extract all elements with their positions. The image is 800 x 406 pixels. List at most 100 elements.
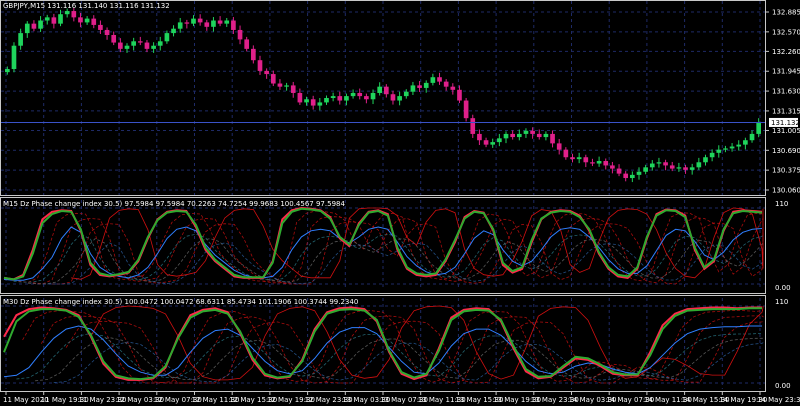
candle-body bbox=[417, 85, 422, 88]
candle-body bbox=[477, 133, 482, 141]
candle-body bbox=[78, 17, 83, 23]
candle-body bbox=[689, 167, 695, 170]
candle-body bbox=[38, 20, 43, 29]
candle-body bbox=[490, 142, 496, 145]
candle-body bbox=[51, 17, 57, 24]
candle-body bbox=[423, 82, 429, 88]
candle-body bbox=[211, 20, 216, 27]
candle-body bbox=[118, 42, 123, 49]
candle-body bbox=[716, 149, 722, 153]
candle-body bbox=[24, 23, 30, 34]
price-axis[interactable]: 132.885 132.570 132.260 131.945 131.630 131.3… bbox=[765, 9, 800, 195]
candle-body bbox=[749, 133, 755, 141]
candle-body bbox=[370, 92, 376, 100]
candle-body bbox=[530, 130, 535, 134]
candle-body bbox=[656, 162, 662, 164]
candle-body bbox=[563, 149, 569, 158]
price-tick-label: 132.885 bbox=[772, 9, 800, 17]
candle-body bbox=[590, 162, 595, 164]
candle bbox=[463, 98, 469, 122]
candle-body bbox=[550, 133, 555, 144]
candle-body bbox=[410, 85, 416, 92]
candle-body bbox=[284, 85, 289, 87]
candle-body bbox=[270, 74, 276, 84]
candle-body bbox=[630, 174, 635, 179]
candle-body bbox=[131, 41, 136, 46]
indicator1-level-low: 0.00 bbox=[775, 284, 791, 292]
candle-body bbox=[151, 45, 156, 49]
candle-body bbox=[430, 77, 436, 83]
time-axis[interactable]: 11 May 202011 May 19:3011 May 23:3012 Ma… bbox=[3, 391, 800, 404]
candle-body bbox=[649, 163, 655, 168]
candle-body bbox=[523, 130, 529, 134]
candle-body bbox=[204, 22, 210, 27]
candle-body bbox=[583, 157, 589, 163]
candle-body bbox=[64, 11, 70, 15]
candle-body bbox=[437, 77, 442, 82]
price-tick-label: 131.315 bbox=[772, 107, 800, 115]
chart-window[interactable]: GBPJPY,M15 131.116 131.140 131.116 131.1… bbox=[0, 0, 800, 406]
candle-body bbox=[357, 92, 363, 97]
candle-body bbox=[616, 168, 622, 174]
candle-body bbox=[251, 48, 256, 61]
candle-body bbox=[184, 22, 190, 24]
candle-body bbox=[257, 60, 263, 71]
candle-body bbox=[364, 96, 369, 100]
candle-body bbox=[729, 146, 735, 149]
candle-body bbox=[337, 96, 343, 101]
candle-body bbox=[84, 18, 90, 23]
indicator-panel-m30[interactable]: M30 Dz Phase change index 30.5) 100.0472… bbox=[0, 295, 791, 392]
candle-body bbox=[171, 28, 176, 34]
candle-body bbox=[443, 81, 449, 87]
candle-body bbox=[137, 41, 143, 43]
candle-body bbox=[344, 96, 349, 101]
main-price-panel[interactable]: GBPJPY,M15 131.116 131.140 131.116 131.1… bbox=[0, 0, 766, 196]
candle-body bbox=[217, 20, 223, 24]
candle-body bbox=[377, 86, 383, 93]
candle-body bbox=[543, 133, 549, 138]
price-tick-label: 130.375 bbox=[772, 167, 800, 175]
candle-body bbox=[463, 100, 469, 119]
candle-body bbox=[723, 148, 728, 150]
candle-body bbox=[164, 33, 170, 42]
candle-body bbox=[177, 22, 183, 29]
price-tick-label: 130.690 bbox=[772, 147, 800, 155]
candle-body bbox=[576, 157, 582, 160]
candle-body bbox=[317, 102, 323, 106]
indicator-panel-m15[interactable]: M15 Dz Phase change index 30.5) 97.5984 … bbox=[0, 197, 791, 294]
candle-body bbox=[237, 29, 243, 40]
candle-body bbox=[497, 138, 502, 143]
price-tick-label: 132.570 bbox=[772, 28, 800, 36]
candle-body bbox=[104, 29, 110, 35]
candle-body bbox=[703, 157, 708, 163]
indicator2-header: M30 Dz Phase change index 30.5) 100.0472… bbox=[3, 298, 358, 306]
price-tick-label: 130.060 bbox=[772, 187, 800, 195]
candle-body bbox=[157, 41, 163, 46]
indicator1-header: M15 Dz Phase change index 30.5) 97.5984 … bbox=[3, 200, 345, 208]
candle-body bbox=[450, 86, 456, 90]
candle-body bbox=[11, 45, 17, 70]
candle-body bbox=[304, 99, 309, 103]
indicator2-level-low: 0.00 bbox=[775, 382, 791, 390]
candle-body bbox=[536, 133, 542, 138]
candle-body bbox=[683, 167, 688, 170]
candle-body bbox=[4, 69, 10, 73]
candle-body bbox=[231, 20, 236, 30]
candle-body bbox=[457, 89, 462, 101]
candle-body bbox=[244, 39, 250, 49]
candle-body bbox=[743, 140, 748, 145]
candle-body bbox=[290, 85, 296, 93]
candle-body bbox=[224, 20, 230, 24]
candle-body bbox=[31, 23, 37, 29]
candle-body bbox=[111, 34, 117, 43]
candle-body bbox=[18, 33, 23, 46]
price-tick-label: 131.630 bbox=[772, 88, 800, 96]
candle-body bbox=[516, 133, 522, 138]
candle-body bbox=[44, 17, 50, 21]
current-price-label: 131.132 bbox=[771, 119, 800, 127]
candle-body bbox=[483, 140, 489, 145]
candle-body bbox=[610, 165, 615, 169]
candle-body bbox=[636, 171, 642, 175]
candle-body bbox=[470, 118, 476, 134]
candle-body bbox=[596, 161, 602, 164]
